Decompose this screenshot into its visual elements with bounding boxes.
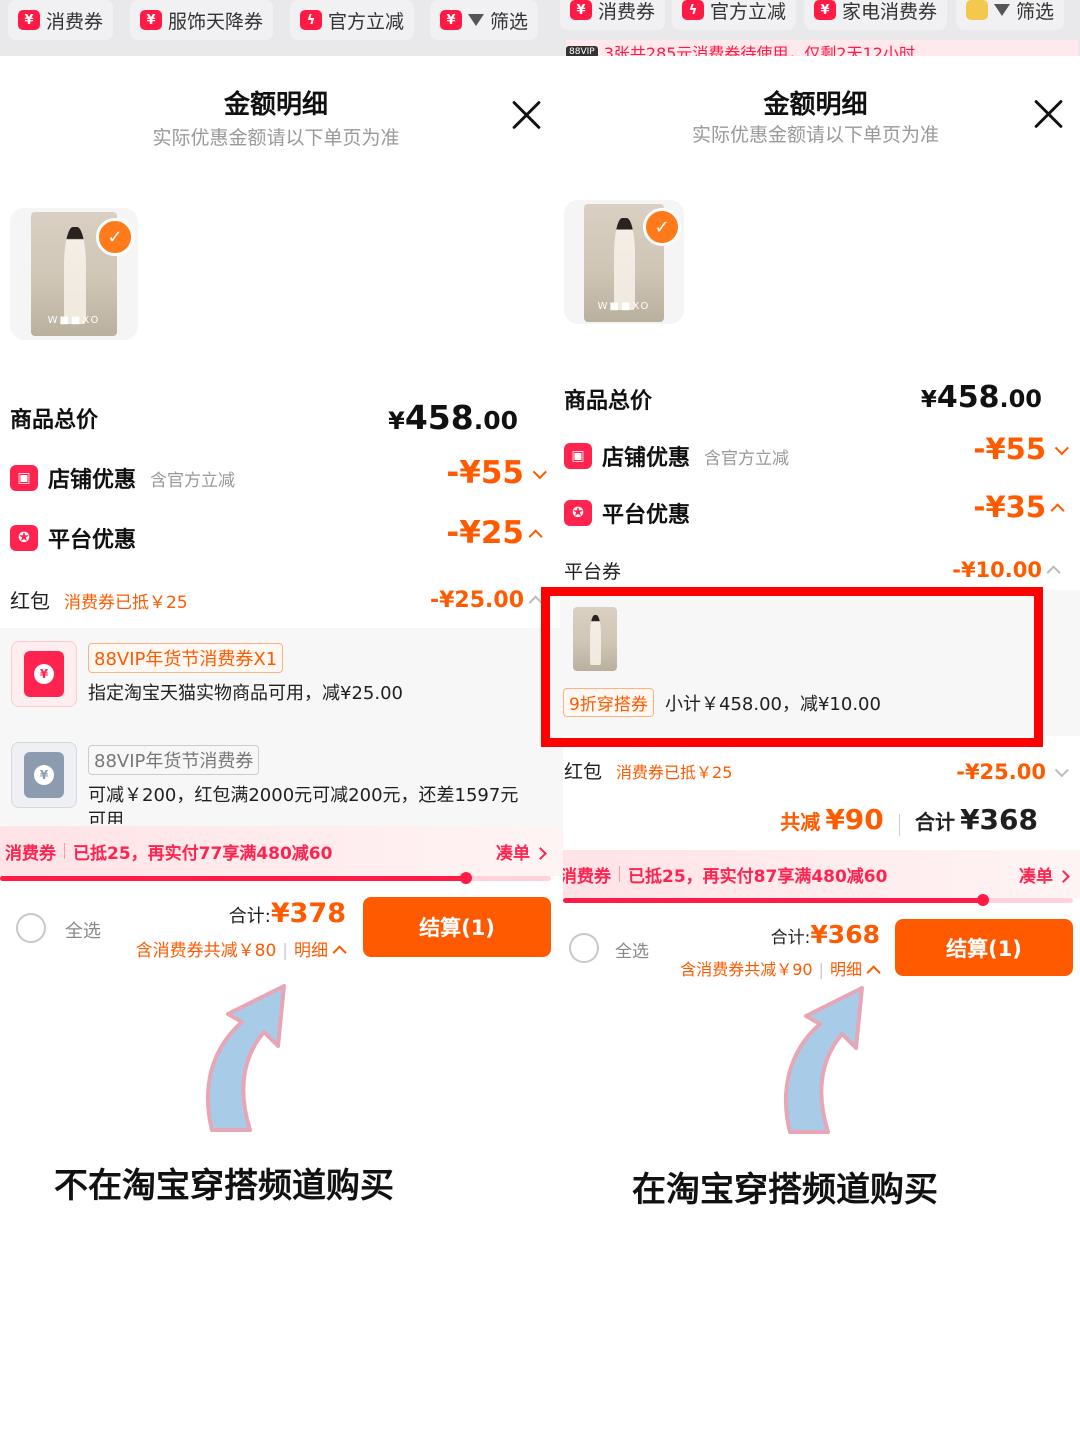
coupon-icon: ¥ [18,10,40,30]
chevron-up-icon [332,945,347,960]
coupon-icon: ¥ [570,0,592,20]
hand-icon [966,0,988,20]
coupon-icon: ¥ [814,0,836,20]
flash-icon: ϟ [682,0,704,20]
coupon-icon: ¥ [440,10,462,30]
coupon1-desc: 指定淘宝天猫实物商品可用，减¥25.00 [88,683,403,704]
store-icon: ▣ [10,465,38,491]
highlight-box [541,587,1043,747]
left-total-label: 商品总价 [10,408,99,433]
platform-icon: ✪ [10,525,38,551]
right-checkout-button[interactable]: 结算(1) [895,919,1073,976]
vip-badge: 88VIP [566,46,598,56]
right-caption: 在淘宝穿搭频道购买 [632,1170,938,1210]
coupon2-tag: 88VIP年货节消费券 [88,745,260,775]
right-progress-bar [563,894,1073,906]
chip-consumer-coupon[interactable]: ¥ 消费券 [8,0,114,40]
left-promo-bar[interactable]: 消费券 已抵25，再实付77享满480减60 凑单 [0,826,563,876]
check-icon[interactable]: ✓ [643,208,681,246]
left-top-filter-bar: ¥ 消费券 ¥ 服饰天降券 ϟ 官方立减 ¥ 筛选 [0,0,560,56]
flash-icon: ϟ [300,10,322,30]
right-promo-bar[interactable]: 消费券 已抵25，再实付87享满480减60 凑单 [563,850,1080,898]
chevron-up-icon [1046,565,1061,580]
left-hongbao-value[interactable]: -¥25.00 [430,588,543,613]
right-total-saved: 共减 ¥90 合计 ¥368 [780,803,1038,836]
store-icon: ▣ [564,443,592,469]
banner-text: 3张共285元消费券待使用，仅剩2天12小时 [603,44,915,56]
right-sum: 合计:¥368 [770,920,880,949]
select-all-label: 全选 [65,921,101,942]
right-sum-note[interactable]: 含消费券共减￥90 | 明细 [680,956,881,980]
coupon2-desc: 可减￥200，红包满2000元可减200元，还差1597元 [88,785,519,806]
chip-official-discount[interactable]: ϟ 官方立减 [290,0,415,40]
coupon-icon: ¥ [140,10,162,30]
left-sum: 合计:¥378 [228,898,346,929]
select-all-checkbox[interactable] [16,913,46,943]
chevron-right-icon [534,847,547,860]
chip-official-discount[interactable]: ϟ 官方立减 [672,0,797,30]
select-all-checkbox[interactable] [569,933,599,963]
right-hongbao-row: 红包 消费券已抵￥25 [564,761,733,783]
coupon1-tag: 88VIP年货节消费券X1 [88,643,284,673]
right-panel-title: 金额明细 [763,90,868,120]
left-platform-discount-value[interactable]: -¥25 [446,515,543,551]
chevron-up-icon [1050,503,1065,518]
filter-icon [468,14,484,26]
platform-icon: ✪ [564,500,592,526]
chip-apparel-coupon[interactable]: ¥ 服饰天降券 [130,0,274,40]
close-icon[interactable] [510,98,544,132]
chevron-up-icon [528,528,543,543]
left-caption: 不在淘宝穿搭频道购买 [54,1166,394,1206]
left-store-discount-row: ▣ 店铺优惠 含官方立减 [10,462,235,494]
check-icon[interactable]: ✓ [96,218,134,256]
curved-arrow-icon [205,984,286,1132]
right-panel-subtitle: 实际优惠金额请以下单页为准 [691,124,939,146]
left-checkout-button[interactable]: 结算(1) [363,897,551,957]
chip-appliance-coupon[interactable]: ¥ 家电消费券 [804,0,948,30]
chip-filter[interactable]: ¥ 筛选 [430,0,539,40]
chevron-up-icon [866,964,881,979]
close-icon[interactable] [1032,97,1066,131]
right-hongbao-value[interactable]: -¥25.00 [956,760,1069,784]
filter-icon [994,4,1010,16]
coupon-banner[interactable]: 88VIP 3张共285元消费券待使用，仅剩2天12小时 [566,40,1078,56]
chevron-right-icon [1057,870,1070,883]
right-platform-coupon-label: 平台券 [564,561,622,583]
right-store-discount-value[interactable]: -¥55 [973,432,1069,466]
left-total-price: ¥458.00 [388,398,518,437]
left-progress-bar [0,872,551,884]
left-sum-note[interactable]: 含消费券共减￥80 | 明细 [136,936,347,961]
right-top-filter-bar: ¥ 消费券 ϟ 官方立减 ¥ 家电消费券 筛选 88VIP 3张共285元消费券待使用… [560,0,1080,56]
chip-consumer-coupon[interactable]: ¥ 消费券 [560,0,666,30]
left-panel-title: 金额明细 [223,90,328,120]
right-total-label: 商品总价 [564,389,653,414]
select-all-label: 全选 [615,942,649,962]
curved-arrow-icon [783,986,864,1134]
right-platform-discount-row: ✪ 平台优惠 [564,497,690,529]
red-envelope-icon: ¥ [11,742,77,808]
right-platform-coupon-value[interactable]: -¥10.00 [952,558,1061,582]
left-hongbao-row: 红包 消费券已抵￥25 [10,589,188,613]
right-total-price: ¥458.00 [920,380,1042,415]
left-store-discount-value[interactable]: -¥55 [446,455,547,491]
chip-filter[interactable]: 筛选 [956,0,1065,30]
red-envelope-icon: ¥ [11,641,77,707]
left-platform-discount-row: ✪ 平台优惠 [10,522,136,554]
coupon2-desc-cont: 可用 [88,810,124,824]
right-platform-discount-value[interactable]: -¥35 [973,490,1065,524]
left-panel-subtitle: 实际优惠金额请以下单页为准 [152,127,400,149]
right-store-discount-row: ▣ 店铺优惠 含官方立减 [564,440,789,472]
